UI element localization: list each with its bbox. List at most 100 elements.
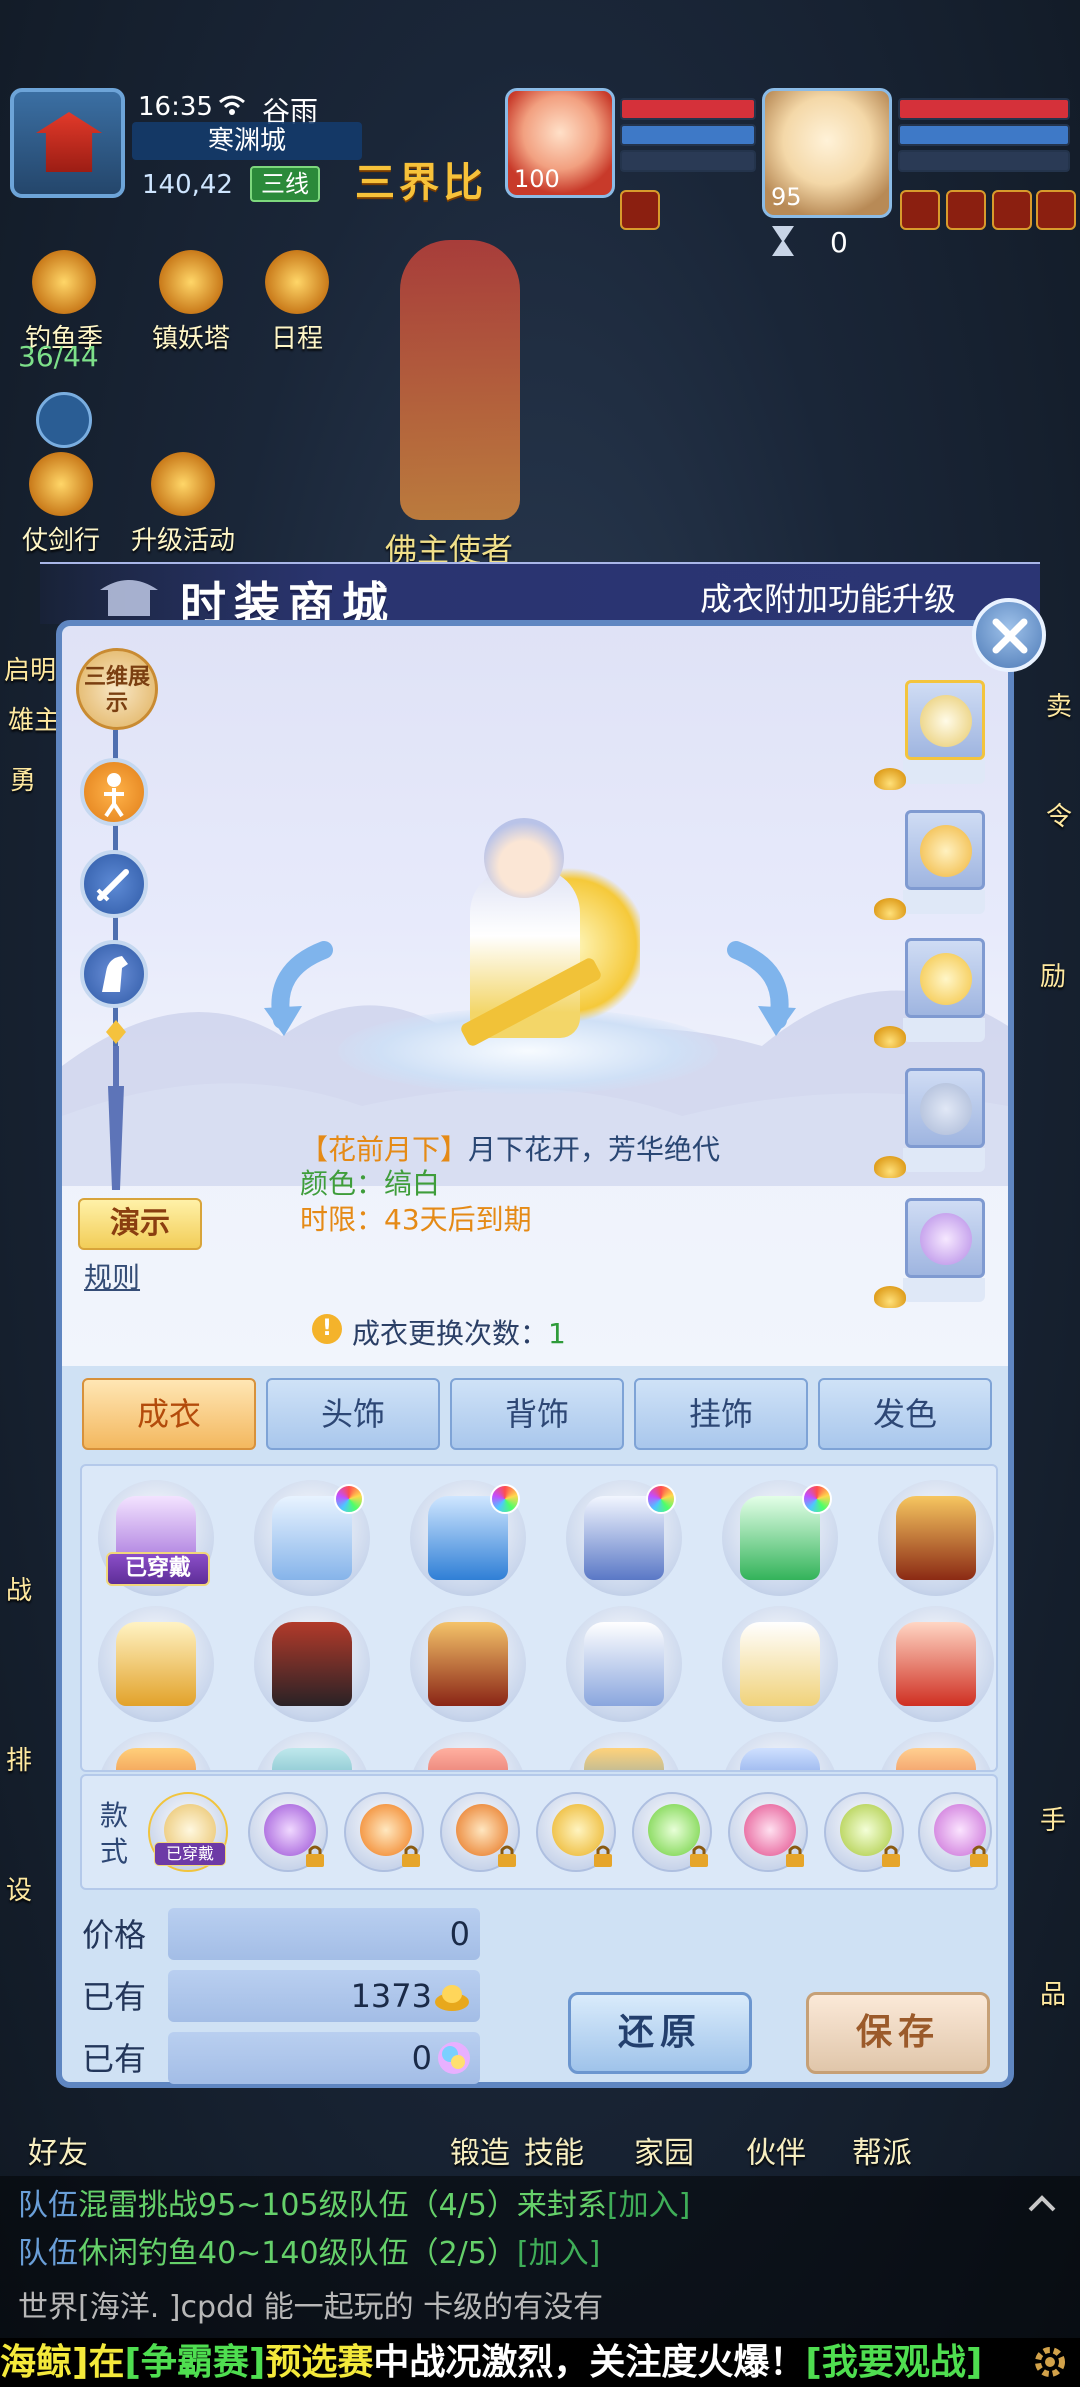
- rainbow-gem-icon: [646, 1484, 676, 1514]
- outfit-item[interactable]: [722, 1606, 838, 1722]
- gear-icon[interactable]: [1030, 2342, 1070, 2382]
- chevron-up-icon[interactable]: [1024, 2186, 1060, 2222]
- headwear-thumb-icon: [920, 825, 972, 877]
- outfit-item[interactable]: [566, 1480, 682, 1596]
- player-avatar[interactable]: 100: [505, 88, 615, 198]
- rainbow-gem-icon: [438, 2042, 470, 2074]
- side-label: 令: [1046, 802, 1073, 832]
- outfit-item[interactable]: [254, 1480, 370, 1596]
- schedule-button[interactable]: 日程: [252, 250, 342, 355]
- garment-image: [116, 1748, 196, 1770]
- style-swatch[interactable]: [248, 1792, 328, 1872]
- thumb-price: [903, 760, 985, 784]
- outfit-item[interactable]: [98, 1732, 214, 1770]
- buff-icon[interactable]: [992, 190, 1032, 230]
- partner-avatar[interactable]: 95: [762, 88, 892, 218]
- marquee-text: 中战况激烈，关注度火爆！: [373, 2342, 806, 2383]
- chat-panel[interactable]: 队伍混雷挑战95~105级队伍（4/5）来封系[加入] 队伍休闲钓鱼40~140…: [0, 2176, 1080, 2340]
- npc-monk[interactable]: [400, 240, 520, 520]
- outfit-item[interactable]: [566, 1606, 682, 1722]
- ingot-icon: [435, 1985, 469, 2011]
- outfit-item[interactable]: [98, 1606, 214, 1722]
- team-title: 三界比: [355, 159, 487, 206]
- tassel-ornament: [106, 1020, 126, 1190]
- level-up-event-button[interactable]: 升级活动: [118, 452, 248, 557]
- outfit-grid: 已穿戴: [80, 1464, 998, 1772]
- accessory-thumb-headwear[interactable]: [905, 810, 985, 890]
- sword-journey-button[interactable]: 仗剑行: [6, 452, 116, 557]
- outfit-color: 颜色：缟白: [300, 1167, 441, 1200]
- outfit-item[interactable]: [254, 1732, 370, 1770]
- outfit-item[interactable]: [566, 1732, 682, 1770]
- chat-channel-tag: 世界: [18, 2290, 78, 2325]
- style-swatch[interactable]: [536, 1792, 616, 1872]
- tab-back-accessory[interactable]: 背饰: [450, 1378, 624, 1450]
- style-swatch-selected[interactable]: 已穿戴: [148, 1792, 228, 1872]
- nav-friends[interactable]: 好友: [28, 2128, 88, 2172]
- tab-headwear[interactable]: 头饰: [266, 1378, 440, 1450]
- outfit-item[interactable]: [878, 1732, 994, 1770]
- player-exp-bar: [620, 150, 756, 172]
- restore-button[interactable]: 还原: [568, 1992, 752, 2074]
- tab-hair-color[interactable]: 发色: [818, 1378, 992, 1450]
- style-swatch[interactable]: [728, 1792, 808, 1872]
- close-button[interactable]: [972, 598, 1046, 672]
- outfit-item[interactable]: [254, 1606, 370, 1722]
- save-button[interactable]: 保存: [806, 1992, 990, 2074]
- rules-link[interactable]: 规则: [84, 1256, 140, 1296]
- collapse-activities-button[interactable]: [36, 392, 92, 448]
- accessory-thumb-outfit[interactable]: [905, 680, 985, 760]
- outfit-item[interactable]: 已穿戴: [98, 1480, 214, 1596]
- three-d-view-button[interactable]: 三维展示: [76, 648, 158, 730]
- tab-pendant[interactable]: 挂饰: [634, 1378, 808, 1450]
- nav-guild[interactable]: 帮派: [852, 2128, 912, 2172]
- mount-view-button[interactable]: [80, 940, 148, 1008]
- accessory-thumb-pendant[interactable]: [905, 1068, 985, 1148]
- map-name[interactable]: 寒渊城: [132, 122, 362, 160]
- lock-icon: [498, 1845, 516, 1867]
- outfit-upgrade-link[interactable]: 成衣附加功能升级: [700, 574, 956, 620]
- buff-icon[interactable]: [946, 190, 986, 230]
- change-count-value: 1: [548, 1317, 566, 1350]
- demon-tower-button[interactable]: 镇妖塔: [136, 250, 246, 355]
- nav-partners[interactable]: 伙伴: [746, 2128, 806, 2172]
- style-swatch[interactable]: [824, 1792, 904, 1872]
- outfit-item[interactable]: [722, 1480, 838, 1596]
- style-swatch[interactable]: [918, 1792, 992, 1872]
- buff-icon[interactable]: [1036, 190, 1076, 230]
- tab-outfit[interactable]: 成衣: [82, 1378, 256, 1450]
- outfit-item[interactable]: [878, 1606, 994, 1722]
- accessory-thumb-hair-dye[interactable]: [905, 1198, 985, 1278]
- buff-icon[interactable]: [620, 190, 660, 230]
- nav-forge[interactable]: 锻造: [450, 2128, 510, 2172]
- watch-battle-link[interactable]: [我要观战]: [805, 2342, 982, 2383]
- join-team-link[interactable]: [加入]: [607, 2188, 690, 2223]
- accessory-thumb-wings[interactable]: [905, 938, 985, 1018]
- rotate-left-icon[interactable]: [262, 940, 342, 1040]
- style-swatch[interactable]: [344, 1792, 424, 1872]
- buff-icon[interactable]: [900, 190, 940, 230]
- join-team-link[interactable]: [加入]: [517, 2236, 600, 2271]
- outfit-item[interactable]: [410, 1480, 526, 1596]
- nav-skills[interactable]: 技能: [524, 2128, 584, 2172]
- weapon-view-button[interactable]: [80, 850, 148, 918]
- hourglass-icon: [772, 226, 794, 256]
- outfit-item[interactable]: [878, 1480, 994, 1596]
- city-minimap-button[interactable]: [10, 88, 125, 198]
- chat-message: 队伍混雷挑战95~105级队伍（4/5）来封系[加入]: [18, 2180, 690, 2224]
- game-hud-top: 16:35 谷雨 寒渊城 140,42 三线 三界比 100 95 0 钓鱼季 …: [0, 0, 1080, 569]
- rotate-right-icon[interactable]: [718, 940, 798, 1040]
- owned-ingot-label: 已有: [82, 1978, 147, 2016]
- nav-home[interactable]: 家园: [634, 2128, 694, 2172]
- style-swatch[interactable]: [632, 1792, 712, 1872]
- side-label: 排: [6, 1746, 33, 1776]
- server-line-button[interactable]: 三线: [250, 166, 320, 202]
- outfit-item[interactable]: [722, 1732, 838, 1770]
- marquee-event-link[interactable]: [争霸赛]: [124, 2342, 265, 2383]
- figure-view-button[interactable]: [80, 758, 148, 826]
- outfit-item[interactable]: [410, 1732, 526, 1770]
- style-swatch[interactable]: [440, 1792, 520, 1872]
- outfit-item[interactable]: [410, 1606, 526, 1722]
- demo-button[interactable]: 演示: [78, 1198, 202, 1250]
- activity-label: 仗剑行: [21, 526, 100, 556]
